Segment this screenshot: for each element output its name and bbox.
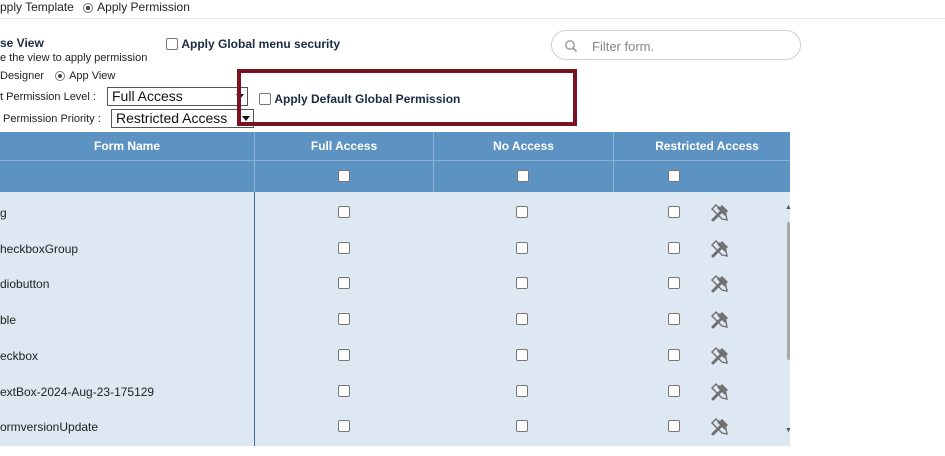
global-menu-security: Apply Global menu security [166, 36, 340, 51]
table-row: ormversionUpdate [0, 410, 790, 446]
restricted-access-checkbox[interactable] [668, 420, 680, 433]
header-row-divider [0, 160, 790, 161]
table-row: heckboxGroup [0, 232, 790, 268]
form-name-cell: diobutton [0, 277, 50, 292]
view-section-subtitle: e the view to apply permission [0, 52, 148, 64]
restricted-access-checkbox[interactable] [668, 206, 680, 218]
search-icon [565, 40, 578, 53]
no-access-checkbox[interactable] [516, 348, 528, 361]
template-mode-radios: pply Template Apply Permission [0, 0, 190, 14]
scroll-up-icon[interactable]: ▲ [785, 204, 792, 211]
tools-icon[interactable] [710, 310, 730, 333]
no-access-checkbox[interactable] [516, 241, 528, 254]
global-menu-security-label: Apply Global menu security [181, 36, 341, 51]
apply-permission-radio[interactable] [83, 3, 94, 13]
tools-icon[interactable] [710, 346, 730, 369]
form-name-cell: extBox-2024-Aug-23-175129 [0, 384, 155, 399]
no-access-checkbox[interactable] [516, 277, 528, 290]
permission-priority-value: Restricted Access [116, 110, 228, 126]
table-row: eckbox [0, 339, 790, 375]
full-access-checkbox[interactable] [338, 277, 350, 290]
restricted-access-checkbox[interactable] [668, 384, 680, 397]
form-name-cell: ble [0, 313, 17, 328]
restricted-access-checkbox[interactable] [668, 277, 680, 290]
header-divider [433, 132, 434, 192]
select-all-no-access-checkbox[interactable] [517, 170, 529, 182]
full-access-checkbox[interactable] [338, 241, 350, 254]
table-header: Form Name Full Access No Access Restrict… [0, 132, 790, 192]
restricted-access-checkbox[interactable] [668, 348, 680, 361]
header-full-access[interactable]: Full Access [255, 132, 433, 160]
select-all-restricted-access-checkbox[interactable] [668, 170, 680, 182]
restricted-access-checkbox[interactable] [668, 241, 680, 254]
no-access-checkbox[interactable] [516, 206, 528, 218]
full-access-checkbox[interactable] [338, 348, 350, 361]
apply-template-label: pply Template [0, 0, 74, 14]
permission-level-select[interactable]: Full Access [107, 87, 248, 106]
permission-priority-label: Permission Priority : [3, 113, 101, 125]
permission-priority-select[interactable]: Restricted Access [111, 109, 254, 128]
no-access-checkbox[interactable] [516, 420, 528, 433]
filter-form-search[interactable] [551, 30, 801, 60]
header-form-name[interactable]: Form Name [0, 132, 254, 160]
restricted-access-checkbox[interactable] [668, 313, 680, 326]
highlight-annotation-box [237, 69, 577, 126]
top-divider [0, 18, 945, 19]
table-row: extBox-2024-Aug-23-175129 [0, 375, 790, 411]
no-access-checkbox[interactable] [516, 384, 528, 397]
tools-icon[interactable] [710, 239, 730, 262]
full-access-checkbox[interactable] [338, 206, 350, 218]
view-section-title: se View [0, 36, 44, 50]
app-view-label: App View [69, 70, 116, 82]
apply-permission-label: Apply Permission [97, 0, 190, 14]
table-row: diobutton [0, 267, 790, 303]
form-name-cell: eckbox [0, 348, 39, 363]
global-menu-security-checkbox[interactable] [166, 37, 178, 50]
permission-level-value: Full Access [112, 88, 183, 104]
designer-label: Designer [0, 70, 45, 82]
table-row: g [0, 196, 790, 232]
header-divider [254, 132, 255, 192]
view-radios: Designer App View [0, 70, 115, 82]
scrollbar-thumb[interactable] [787, 222, 790, 360]
header-no-access[interactable]: No Access [434, 132, 613, 160]
table-row: ble [0, 303, 790, 339]
full-access-checkbox[interactable] [338, 384, 350, 397]
form-name-cell: ormversionUpdate [0, 420, 99, 435]
tools-icon[interactable] [710, 203, 730, 226]
tools-icon[interactable] [710, 382, 730, 405]
full-access-checkbox[interactable] [338, 313, 350, 326]
no-access-checkbox[interactable] [516, 313, 528, 326]
tools-icon[interactable] [710, 417, 730, 440]
header-restricted-access[interactable]: Restricted Access [614, 132, 800, 160]
form-name-cell: heckboxGroup [0, 241, 79, 256]
permission-level-label: t Permission Level : [0, 91, 96, 103]
permissions-table: Form Name Full Access No Access Restrict… [0, 132, 790, 446]
app-view-radio[interactable] [55, 71, 66, 81]
header-divider [613, 132, 614, 192]
tools-icon[interactable] [710, 274, 730, 297]
search-input[interactable] [590, 37, 784, 55]
form-name-cell: g [0, 206, 7, 220]
select-all-full-access-checkbox[interactable] [338, 170, 350, 182]
full-access-checkbox[interactable] [338, 420, 350, 433]
scroll-down-icon[interactable]: ▼ [785, 427, 792, 434]
